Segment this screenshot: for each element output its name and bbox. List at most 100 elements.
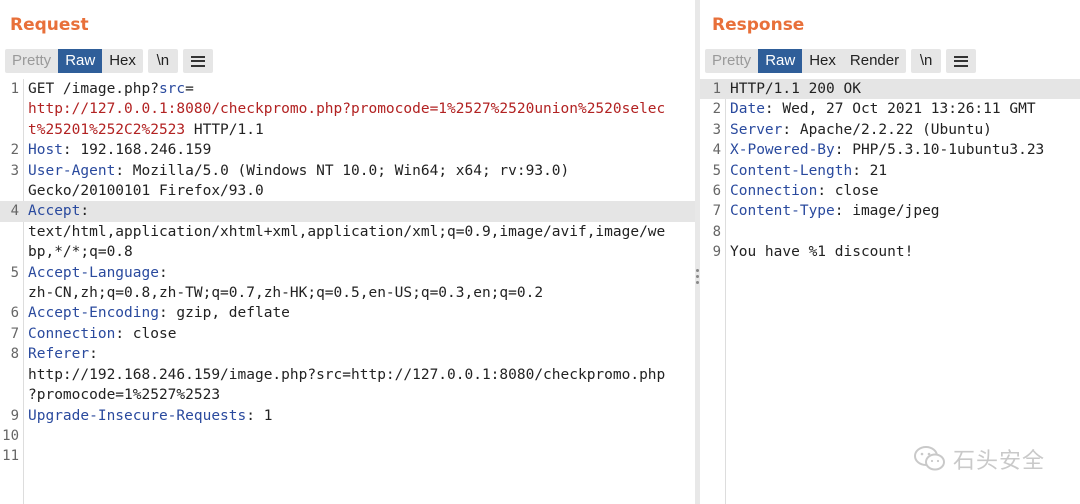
line-text: : gzip, deflate	[158, 305, 290, 322]
request-code-line: 9 Upgrade-Insecure-Requests: 1	[0, 406, 695, 426]
line-text: : 192.168.246.159	[62, 142, 212, 159]
response-tab-hex[interactable]: Hex	[802, 49, 843, 73]
response-code-line: 1 HTTP/1.1 200 OK	[700, 79, 1080, 100]
request-code-line: 2 Host: 192.168.246.159	[0, 140, 695, 160]
header-name: Content-Type	[730, 203, 835, 220]
header-name: Upgrade-Insecure-Requests	[28, 407, 247, 424]
line-text: :	[80, 203, 90, 220]
line-number: 4	[10, 203, 19, 220]
line-text: : 21	[852, 162, 888, 179]
header-name: Content-Length	[730, 162, 853, 179]
request-code-line: 5 Accept-Language:	[0, 263, 695, 283]
line-number: 8	[712, 223, 721, 240]
line-text: : close	[817, 183, 879, 200]
line-number: 6	[712, 183, 721, 200]
response-toolbar: Pretty Raw Hex Render \n	[705, 49, 977, 73]
request-code-line: text/html,application/xhtml+xml,applicat…	[0, 222, 695, 242]
response-view-tabs: Pretty Raw Hex Render	[705, 49, 907, 73]
line-text: bp,*/*;q=0.8	[28, 244, 133, 261]
header-name: Server	[730, 121, 783, 138]
line-text: HTTP/1.1	[185, 121, 264, 138]
response-code-line: 5 Content-Length: 21	[700, 161, 1080, 181]
response-code-line: 9 You have %1 discount!	[700, 242, 1080, 262]
line-text: zh-CN,zh;q=0.8,zh-TW;q=0.7,zh-HK;q=0.5,e…	[28, 285, 544, 302]
line-number: 5	[10, 264, 19, 281]
response-tab-render[interactable]: Render	[843, 49, 906, 73]
wechat-icon	[913, 446, 945, 471]
request-code-line: 1 GET /image.php?src=	[0, 79, 695, 99]
request-code-line: Gecko/20100101 Firefox/93.0	[0, 181, 695, 201]
request-tab-pretty[interactable]: Pretty	[5, 49, 58, 73]
line-number: 2	[10, 142, 19, 159]
request-code-line: zh-CN,zh;q=0.8,zh-TW;q=0.7,zh-HK;q=0.5,e…	[0, 283, 695, 303]
request-code-line: http://192.168.246.159/image.php?src=htt…	[0, 365, 695, 385]
line-number: 11	[2, 448, 19, 465]
line-text: ?promocode=1%2527%2523	[28, 387, 221, 404]
line-number: 9	[712, 244, 721, 261]
line-text: : PHP/5.3.10-1ubuntu3.23	[834, 142, 1045, 159]
line-number: 7	[10, 325, 19, 342]
header-name: Accept-Language	[28, 264, 159, 281]
header-name: Accept	[28, 203, 81, 220]
line-number: 6	[10, 305, 19, 322]
request-code-line: 10	[0, 426, 695, 446]
request-view-tabs: Pretty Raw Hex	[5, 49, 143, 73]
header-name: X-Powered-By	[730, 142, 835, 159]
menu-icon	[954, 55, 969, 67]
line-text: http://192.168.246.159/image.php?src=htt…	[28, 366, 666, 383]
request-code-line: 11	[0, 446, 695, 466]
header-name: Accept-Encoding	[28, 305, 159, 322]
line-number: 8	[10, 346, 19, 363]
request-newline-toggle-button[interactable]: \n	[147, 49, 178, 73]
response-editor[interactable]: 1 HTTP/1.1 200 OK 2 Date: Wed, 27 Oct 2021 …	[700, 79, 1080, 504]
request-code-line: 3 User-Agent: Mozilla/5.0 (Windows NT 10.…	[0, 161, 695, 181]
response-code-line: 4 X-Powered-By: PHP/5.3.10-1ubuntu3.23	[700, 140, 1080, 160]
request-code-line: t%25201%252C2%2523 HTTP/1.1	[0, 120, 695, 140]
response-lines: 1 HTTP/1.1 200 OK 2 Date: Wed, 27 Oct 2021 …	[700, 79, 1080, 263]
header-name: Connection	[730, 183, 818, 200]
response-code-line: 2 Date: Wed, 27 Oct 2021 13:26:11 GMT	[700, 99, 1080, 119]
request-editor[interactable]: 1 GET /image.php?src= http://127.0.0.1:808…	[0, 79, 695, 504]
request-lines: 1 GET /image.php?src= http://127.0.0.1:808…	[0, 79, 695, 467]
request-code-line: bp,*/*;q=0.8	[0, 242, 695, 262]
request-code-line: ?promocode=1%2527%2523	[0, 385, 695, 405]
line-number: 10	[2, 427, 19, 444]
response-newline-toggle-button[interactable]: \n	[911, 49, 942, 73]
line-text: : Mozilla/5.0 (Windows NT 10.0; Win64; x…	[115, 162, 570, 179]
response-menu-button[interactable]	[946, 49, 977, 73]
line-number: 3	[712, 121, 721, 138]
line-text: Gecko/20100101 Firefox/93.0	[28, 183, 264, 200]
request-menu-button[interactable]	[182, 49, 213, 73]
header-name: src	[158, 81, 186, 97]
header-name: Host	[28, 142, 63, 159]
header-name: Referer	[28, 346, 90, 363]
menu-icon	[190, 55, 205, 67]
line-number: 1	[712, 81, 721, 97]
line-number: 7	[712, 203, 721, 220]
response-tab-pretty[interactable]: Pretty	[705, 49, 758, 73]
request-tab-hex[interactable]: Hex	[102, 49, 143, 73]
line-number: 2	[712, 101, 721, 118]
request-code-line: 7 Connection: close	[0, 324, 695, 344]
header-name: Date	[730, 101, 765, 118]
line-text: : 1	[246, 407, 273, 424]
line-number: 4	[712, 142, 721, 159]
line-number: 1	[10, 81, 19, 97]
line-text: :	[158, 264, 168, 281]
request-pane: Request Pretty Raw Hex \n 1 GET /image.ph…	[0, 0, 695, 504]
request-code-line: http://127.0.0.1:8080/checkpromo.php?pro…	[0, 99, 695, 119]
response-tab-raw[interactable]: Raw	[758, 49, 803, 73]
line-text: =	[185, 81, 194, 97]
response-pane: Response Pretty Raw Hex Render \n 1 HTTP/…	[700, 0, 1080, 504]
request-code-line: 8 Referer:	[0, 344, 695, 364]
line-text: : image/jpeg	[834, 203, 940, 220]
line-text: HTTP/1.1 200 OK	[730, 81, 861, 97]
line-number: 5	[712, 162, 721, 179]
line-text: : Apache/2.2.22 (Ubuntu)	[782, 121, 992, 138]
line-text: You have %1 discount!	[730, 244, 914, 261]
watermark-text: 石头安全	[952, 449, 1045, 474]
response-title: Response	[712, 15, 805, 35]
response-code-line: 8	[700, 222, 1080, 242]
header-name: Connection	[28, 325, 116, 342]
request-tab-raw[interactable]: Raw	[58, 49, 103, 73]
